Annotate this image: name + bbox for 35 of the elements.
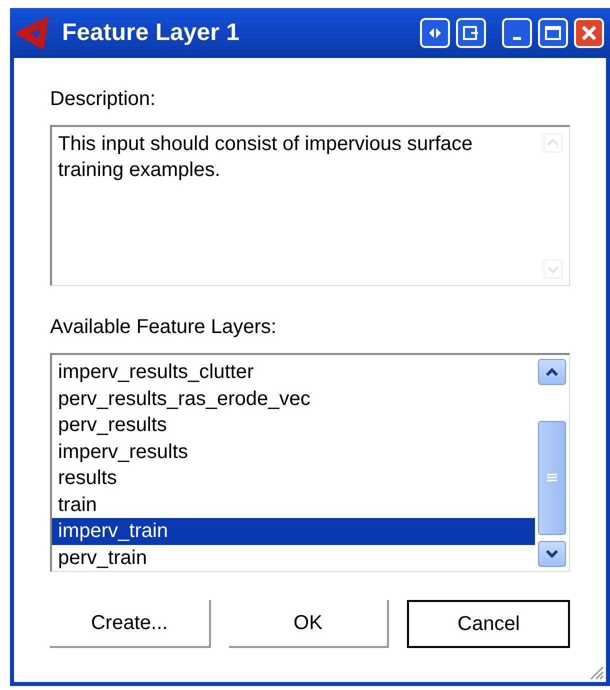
layer-item[interactable]: train — [52, 492, 535, 518]
maximize-icon — [545, 26, 561, 40]
grip-lines-icon — [547, 473, 557, 483]
close-icon — [581, 25, 597, 41]
scroll-down-icon — [543, 259, 563, 279]
scroll-up-button[interactable] — [538, 359, 566, 385]
layer-item[interactable]: imperv_results_clutter — [52, 359, 535, 386]
description-box[interactable]: This input should consist of impervious surface training examples. — [50, 125, 570, 286]
layer-item[interactable]: perv_train — [52, 544, 535, 571]
description-text: This input should consist of impervious surface training examples. — [57, 132, 474, 183]
dialog-button[interactable]: OK — [228, 600, 390, 648]
layer-item[interactable]: imperv_results — [52, 438, 535, 465]
chevron-up-icon — [545, 367, 559, 377]
layer-item[interactable]: perv_results_ras_erode_vec — [52, 386, 535, 412]
description-label: Description: — [50, 88, 157, 111]
minimize-button[interactable] — [502, 18, 532, 48]
scroll-thumb[interactable] — [538, 421, 566, 535]
expand-button[interactable] — [420, 18, 450, 48]
dialog-button[interactable]: Cancel — [407, 600, 570, 648]
layers-label: Available Feature Layers: — [50, 316, 278, 339]
double-arrow-icon — [428, 27, 442, 39]
triangle-logo-icon — [16, 17, 50, 49]
layer-item[interactable]: perv_results — [52, 412, 535, 438]
resize-grip-icon[interactable] — [588, 664, 604, 680]
restore-button[interactable] — [456, 18, 486, 48]
layer-item[interactable]: imperv_train — [52, 518, 535, 544]
chevron-down-icon — [545, 549, 559, 559]
dialog-button[interactable]: Create... — [50, 600, 211, 648]
layer-item[interactable]: results — [52, 465, 535, 492]
maximize-button[interactable] — [538, 18, 568, 48]
minimize-icon — [513, 36, 521, 40]
window-title: Feature Layer 1 — [62, 19, 240, 47]
scroll-up-icon — [543, 133, 563, 153]
scroll-down-button[interactable] — [538, 541, 566, 567]
close-button[interactable] — [574, 18, 604, 48]
